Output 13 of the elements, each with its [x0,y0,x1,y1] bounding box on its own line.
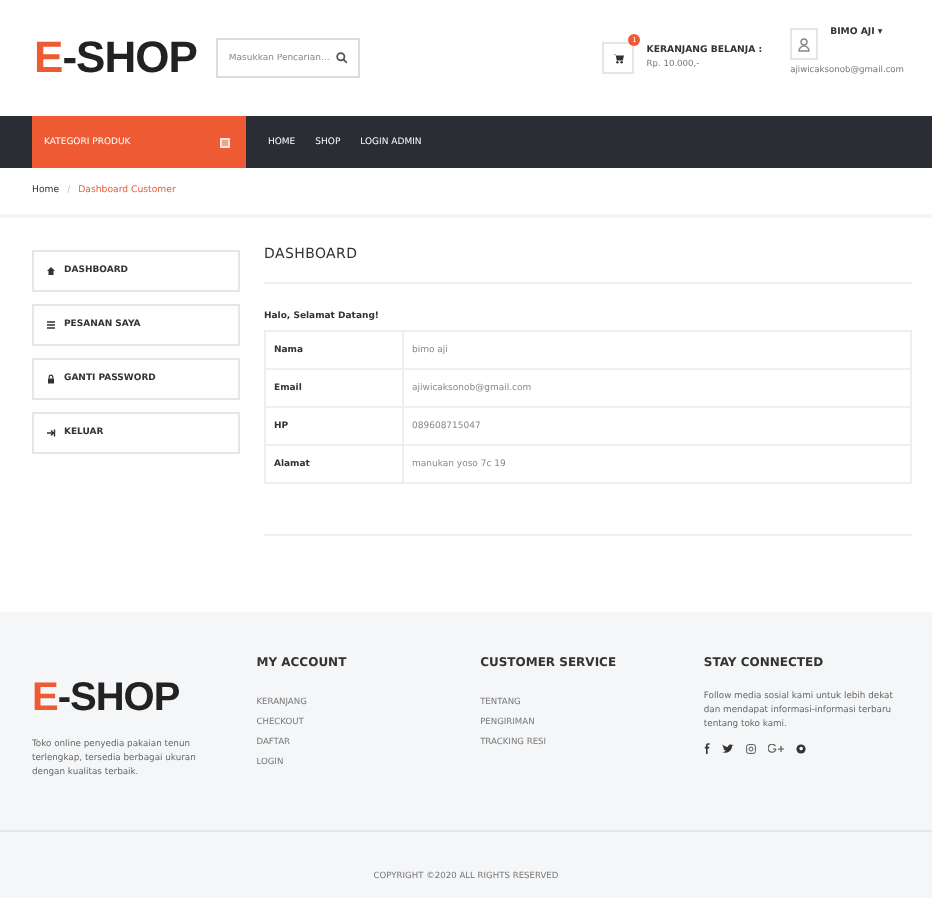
instagram-icon[interactable] [745,743,756,753]
google-plus-icon[interactable] [767,743,784,753]
shop-logo[interactable]: E-SHOP [34,32,197,84]
cart-icon [612,52,625,64]
facebook-icon[interactable] [703,742,710,754]
lock-icon [46,374,56,384]
footer-logo[interactable]: E-SHOP [32,676,227,722]
home-icon [46,266,56,276]
twitter-icon[interactable] [721,743,734,753]
user-icon [798,37,811,51]
list-icon [46,320,56,330]
sign-out-icon [46,428,56,438]
user-button[interactable] [790,28,819,60]
